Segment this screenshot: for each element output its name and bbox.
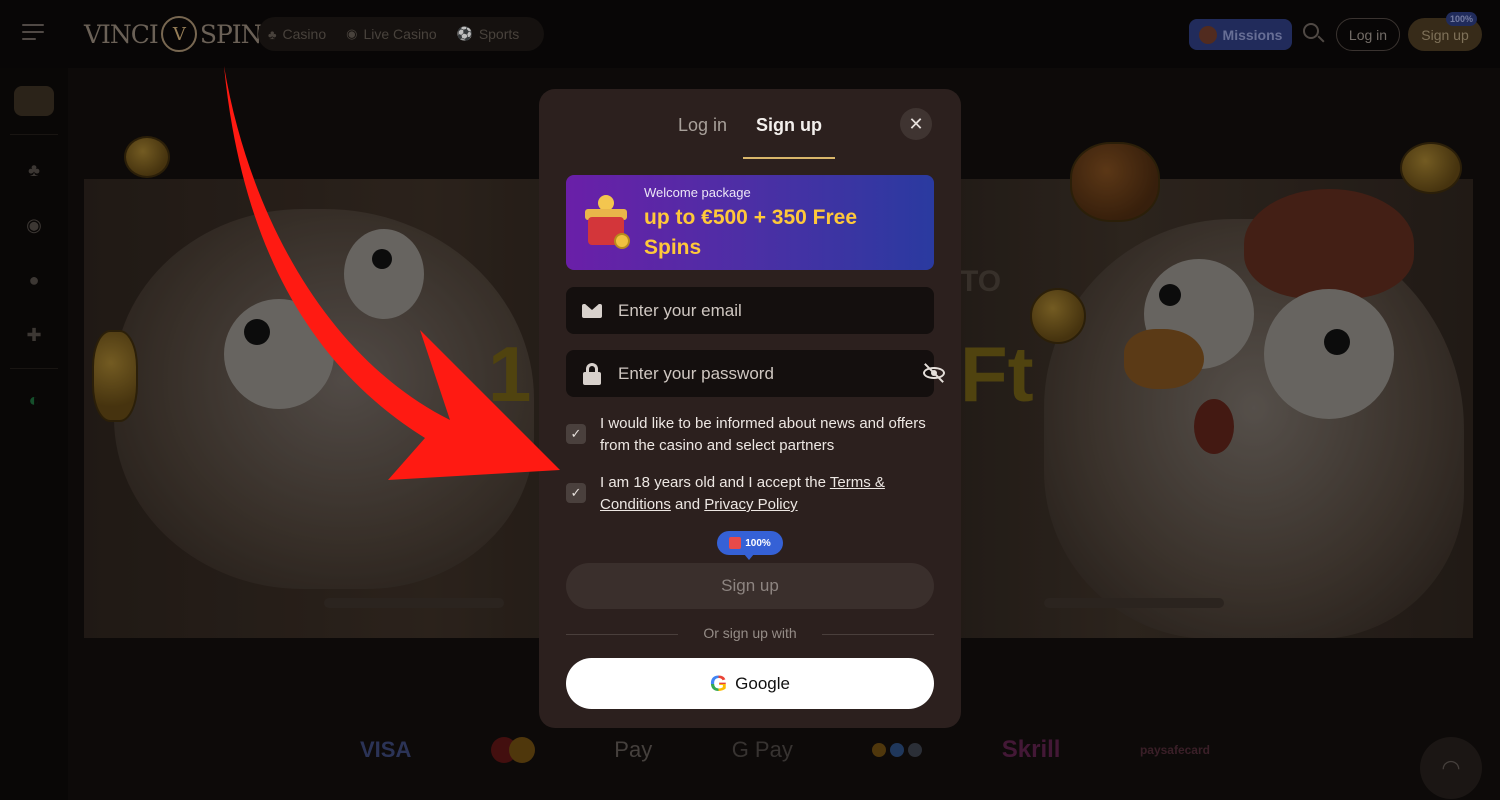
password-input[interactable] xyxy=(618,350,898,397)
gift-icon xyxy=(729,537,742,549)
tab-signup[interactable]: Sign up xyxy=(756,115,822,136)
terms-consent-checkbox[interactable]: ✓ xyxy=(566,483,586,503)
lock-icon xyxy=(580,362,604,386)
checkmark-icon: ✓ xyxy=(570,426,582,441)
welcome-package-label: Welcome package xyxy=(644,185,751,200)
active-tab-indicator xyxy=(743,157,835,159)
signup-promo-badge-text: 100% xyxy=(745,537,771,549)
signup-button[interactable]: Sign up xyxy=(566,563,934,609)
email-input[interactable] xyxy=(618,287,898,334)
gift-icon xyxy=(582,191,630,249)
checkmark-icon: ✓ xyxy=(570,485,582,500)
close-icon: ✕ xyxy=(908,113,924,134)
google-icon: G xyxy=(710,670,728,696)
or-sign-up-with: Or sign up with xyxy=(703,625,797,641)
privacy-link[interactable]: Privacy Policy xyxy=(704,496,797,513)
google-label: Google xyxy=(735,673,790,693)
auth-tabs: Log in Sign up ✕ xyxy=(539,89,961,161)
promo-badge-tail xyxy=(744,554,754,560)
eye-off-icon[interactable] xyxy=(922,361,946,385)
signup-modal: Log in Sign up ✕ Welcome package up to €… xyxy=(539,89,961,728)
divider-line xyxy=(822,634,934,635)
tab-login[interactable]: Log in xyxy=(678,115,727,136)
welcome-package-offer: up to €500 + 350 Free Spins xyxy=(644,206,858,259)
terms-prefix: I am 18 years old and I accept the xyxy=(600,474,830,491)
close-button[interactable]: ✕ xyxy=(900,108,932,140)
signup-promo-badge: 100% xyxy=(717,531,783,555)
welcome-package-banner: Welcome package up to €500 + 350 Free Sp… xyxy=(566,175,934,270)
password-field xyxy=(566,350,945,397)
news-consent-checkbox[interactable]: ✓ xyxy=(566,424,586,444)
google-signup-button[interactable]: G Google xyxy=(566,658,934,709)
envelope-icon xyxy=(580,299,604,323)
terms-and: and xyxy=(670,496,705,513)
news-consent-label: I would like to be informed about news a… xyxy=(600,415,926,454)
or-divider: Or sign up with xyxy=(566,625,934,643)
terms-consent-label: I am 18 years old and I accept the Terms… xyxy=(600,472,930,516)
email-field xyxy=(566,287,934,334)
page: VINCI V SPIN ♣ Casino ◉ Live Casino ⚽ Sp… xyxy=(0,0,1500,800)
